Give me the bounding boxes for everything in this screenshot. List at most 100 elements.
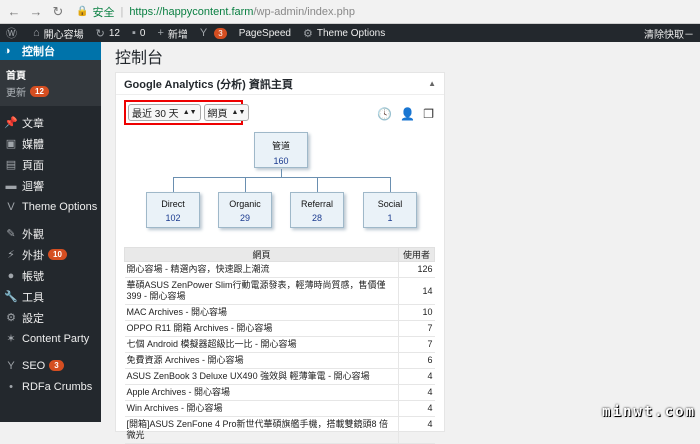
page-icon: ▤ xyxy=(4,158,18,171)
page-cell: OPPO R11 開箱 Archives - 開心容場 xyxy=(125,321,399,337)
table-row: 七個 Android 模擬器超級比一比 - 開心容場7 xyxy=(125,337,435,353)
tree-child-node: Social 1 xyxy=(363,192,417,228)
tree-connector xyxy=(317,177,318,192)
clear-cache-button[interactable]: 清除快取－ xyxy=(638,24,700,42)
new-content-button[interactable]: +新增 xyxy=(151,24,193,42)
updates-button[interactable]: ↻12 xyxy=(90,24,126,42)
updates-badge: 12 xyxy=(30,86,49,97)
sidebar-item-label: 外掛 xyxy=(22,247,44,263)
wordpress-icon: Ⓦ xyxy=(6,25,17,41)
users-cell: 7 xyxy=(399,321,435,337)
tree-child-node: Direct 102 xyxy=(146,192,200,228)
view-select-value: 網頁 xyxy=(208,105,228,120)
sidebar-item-tools[interactable]: 🔧工具 xyxy=(0,286,101,307)
tree-connector xyxy=(281,169,282,177)
url-host: https://happycontent.farm xyxy=(129,6,253,18)
yoast-icon: Y xyxy=(4,360,18,372)
yoast-button[interactable]: Y3 xyxy=(194,24,233,42)
page-title: 控制台 xyxy=(115,44,163,68)
secure-indicator[interactable]: 🔒 安全 xyxy=(76,4,114,20)
tree-connector xyxy=(173,177,390,178)
tree-child-node: Organic 29 xyxy=(218,192,272,228)
widget-controls-highlight: 最近 30 天▲▼ 網頁▲▼ xyxy=(124,100,243,125)
sidebar-item-plugins[interactable]: ⚡外掛10 xyxy=(0,244,101,265)
sidebar-item-label: 工具 xyxy=(22,289,44,305)
table-row: 免費資源 Archives - 開心容場6 xyxy=(125,353,435,369)
sidebar-item-posts[interactable]: 📌文章 xyxy=(0,112,101,133)
user-icon: ● xyxy=(4,270,18,282)
new-label: 新增 xyxy=(168,26,188,41)
node-label: Social xyxy=(364,199,416,209)
users-cell: 4 xyxy=(399,385,435,401)
analytics-widget: Google Analytics (分析) 資訊主頁 ▲ 最近 30 天▲▼ 網… xyxy=(115,72,445,432)
sidebar-item-settings[interactable]: ⚙設定 xyxy=(0,307,101,328)
sidebar-item-label: 媒體 xyxy=(22,136,44,152)
sidebar-item-content-party[interactable]: ✶Content Party xyxy=(0,328,101,349)
page-cell: 七個 Android 模擬器超級比一比 - 開心容場 xyxy=(125,337,399,353)
wp-logo-button[interactable]: Ⓦ xyxy=(0,24,27,42)
view-select[interactable]: 網頁▲▼ xyxy=(204,104,250,121)
pages-table: 網頁 使用者 開心容場 - 精選內容，快速跟上潮流126 華碩ASUS ZenP… xyxy=(124,247,435,444)
node-label: Direct xyxy=(147,199,199,209)
table-header-row: 網頁 使用者 xyxy=(125,248,435,262)
yoast-icon: Y xyxy=(200,27,207,39)
table-row: 華碩ASUS ZenPower Slim行動電源發表，輕薄時尚質感，售價僅399… xyxy=(125,278,435,305)
table-row: 開心容場 - 精選內容，快速跟上潮流126 xyxy=(125,262,435,278)
media-icon: ▣ xyxy=(4,137,18,150)
page-cell: ASUS ZenBook 3 Deluxe UX490 強效與 輕薄筆電 - 開… xyxy=(125,369,399,385)
copy-icon[interactable]: ❐ xyxy=(423,107,434,121)
home-icon: ⌂ xyxy=(33,27,40,39)
reload-icon[interactable]: ↻ xyxy=(50,4,66,20)
comments-count: 0 xyxy=(140,28,146,39)
settings-icon: ⚙ xyxy=(4,311,18,324)
sidebar-item-label: 迴響 xyxy=(22,178,44,194)
sidebar-item-dashboard[interactable]: ◑ 控制台 xyxy=(0,42,101,60)
sidebar-item-media[interactable]: ▣ 媒體 xyxy=(0,133,101,154)
column-header-users[interactable]: 使用者 xyxy=(399,248,435,262)
theme-options-label: Theme Options xyxy=(317,28,385,39)
clock-icon[interactable]: 🕓 xyxy=(377,107,392,121)
table-row: OPPO R11 開箱 Archives - 開心容場7 xyxy=(125,321,435,337)
sidebar-item-comments[interactable]: ▬迴響 xyxy=(0,175,101,196)
tree-connector xyxy=(245,177,246,192)
sidebar-item-label: 頁面 xyxy=(22,157,44,173)
users-cell: 7 xyxy=(399,337,435,353)
sidebar-item-appearance[interactable]: ✎ 外觀 xyxy=(0,223,101,244)
submenu-home[interactable]: 首頁 xyxy=(6,66,101,83)
pagespeed-button[interactable]: PageSpeed xyxy=(233,24,297,42)
back-icon[interactable]: ← xyxy=(6,4,22,20)
theme-options-button[interactable]: ⚙Theme Options xyxy=(297,24,391,42)
users-cell: 4 xyxy=(399,417,435,444)
dot-icon: • xyxy=(4,381,18,393)
site-name: 開心容場 xyxy=(44,26,84,41)
table-row: [開箱]ASUS ZenFone 4 Pro新世代華碩旗艦手機，搭載雙鏡頭8 倍… xyxy=(125,417,435,444)
brush-icon: ✎ xyxy=(4,227,18,240)
table-row: Win Archives - 開心容場4 xyxy=(125,401,435,417)
sidebar-item-users[interactable]: ●帳號 xyxy=(0,265,101,286)
submenu-updates[interactable]: 更新12 xyxy=(6,83,101,100)
yoast-badge: 3 xyxy=(214,28,226,39)
sidebar-item-rdfa-crumbs[interactable]: •RDFa Crumbs xyxy=(0,376,101,397)
period-select-value: 最近 30 天 xyxy=(132,105,179,120)
column-header-page[interactable]: 網頁 xyxy=(125,248,399,262)
node-value: 28 xyxy=(291,213,343,223)
collapse-toggle-icon[interactable]: ▲ xyxy=(428,79,436,88)
table-row: MAC Archives - 開心容場10 xyxy=(125,305,435,321)
node-value: 1 xyxy=(364,213,416,223)
site-name-button[interactable]: ⌂ 開心容場 xyxy=(27,24,90,42)
widget-header[interactable]: Google Analytics (分析) 資訊主頁 ▲ xyxy=(116,73,444,95)
sidebar-item-seo[interactable]: YSEO3 xyxy=(0,355,101,376)
users-cell: 126 xyxy=(399,262,435,278)
comments-button[interactable]: ▪0 xyxy=(126,24,151,42)
node-value: 160 xyxy=(255,156,307,166)
sidebar-item-theme-options[interactable]: VTheme Options xyxy=(0,196,101,217)
url-field[interactable]: https://happycontent.farm/wp-admin/index… xyxy=(129,6,355,18)
tree-connector xyxy=(173,177,174,192)
sidebar-item-pages[interactable]: ▤ 頁面 xyxy=(0,154,101,175)
period-select[interactable]: 最近 30 天▲▼ xyxy=(128,104,201,121)
forward-icon[interactable]: → xyxy=(28,4,44,20)
user-icon[interactable]: 👤 xyxy=(400,107,415,121)
plugins-badge: 10 xyxy=(48,249,67,260)
dashboard-icon: ◑ xyxy=(4,45,18,57)
sidebar-item-label: 外觀 xyxy=(22,226,44,242)
